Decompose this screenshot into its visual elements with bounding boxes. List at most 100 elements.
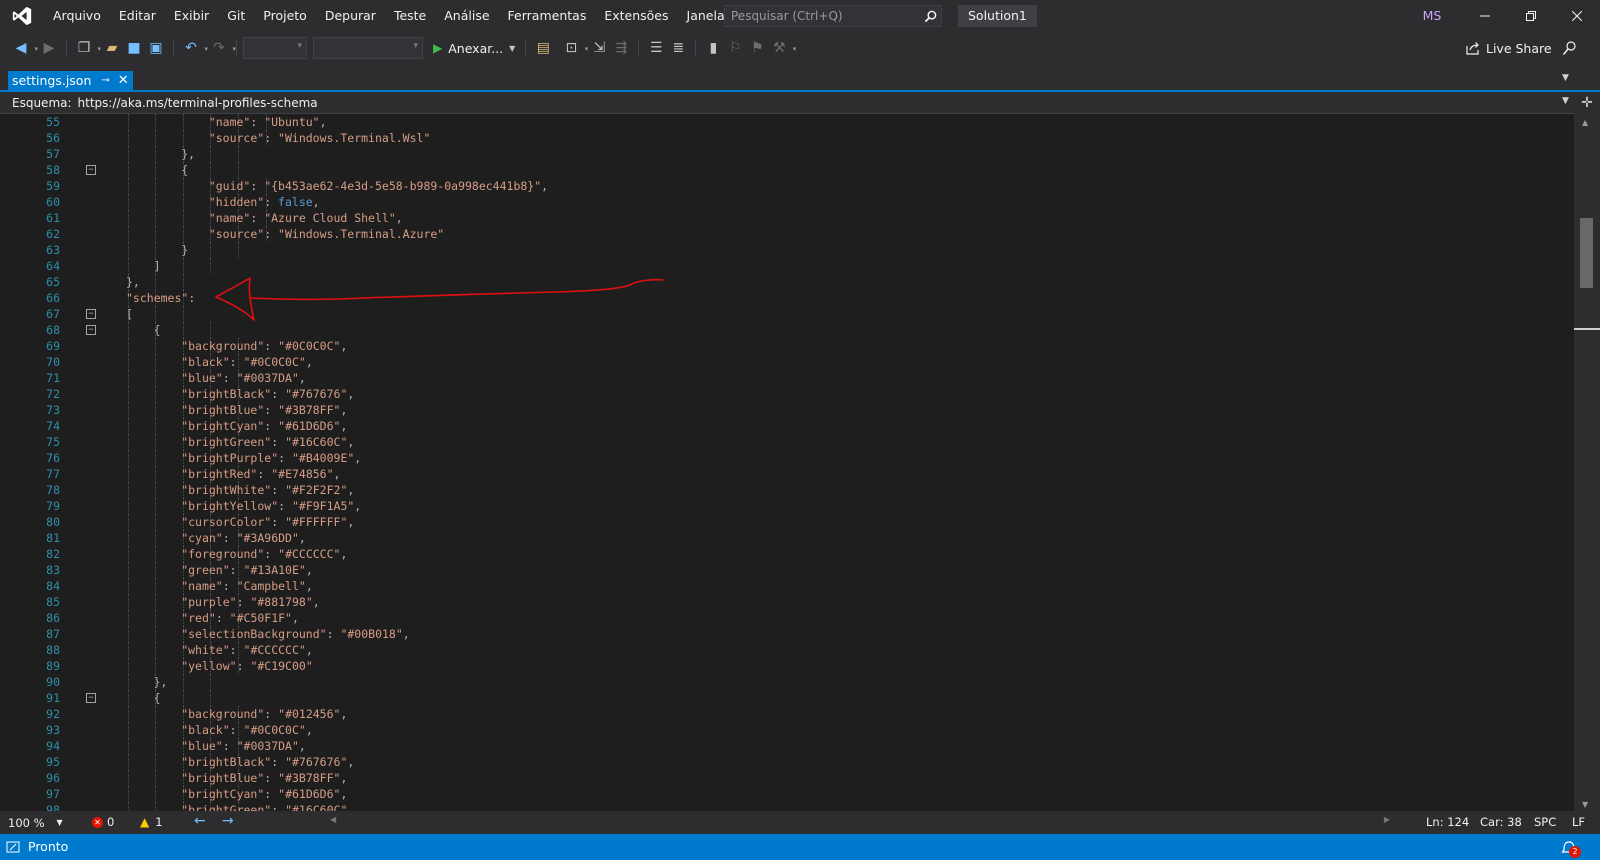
- menu-item-7[interactable]: Análise: [435, 0, 498, 32]
- previous-issue-icon[interactable]: ←: [194, 813, 206, 829]
- code-line[interactable]: 75 "brightGreen": "#16C60C",: [0, 434, 1574, 450]
- code-line[interactable]: 72 "brightBlack": "#767676",: [0, 386, 1574, 402]
- code-line[interactable]: 68 − {: [0, 322, 1574, 338]
- comment-lines-icon[interactable]: ☰: [645, 37, 667, 59]
- bookmark-icon[interactable]: ▮: [702, 37, 724, 59]
- code-line[interactable]: 92 "background": "#012456",: [0, 706, 1574, 722]
- code-line[interactable]: 65},: [0, 274, 1574, 290]
- code-line[interactable]: 80 "cursorColor": "#FFFFFF",: [0, 514, 1574, 530]
- redo-icon[interactable]: ↷ ▾: [208, 37, 236, 59]
- code-editor[interactable]: 55 "name": "Ubuntu", 56 "source": "Windows.…: [0, 114, 1574, 811]
- vertical-scrollbar[interactable]: ▲ ▼: [1574, 114, 1600, 811]
- undo-icon[interactable]: ↶ ▾: [180, 37, 208, 59]
- code-line[interactable]: 90},: [0, 674, 1574, 690]
- code-line[interactable]: 58 − {: [0, 162, 1574, 178]
- schema-url[interactable]: https://aka.ms/terminal-profiles-schema: [78, 96, 318, 110]
- code-line[interactable]: 55 "name": "Ubuntu",: [0, 114, 1574, 130]
- tab-overflow-icon[interactable]: ▼: [1562, 73, 1569, 83]
- error-count[interactable]: ✕ 0: [92, 815, 114, 829]
- code-line[interactable]: 60 "hidden": false,: [0, 194, 1574, 210]
- browse-folder-icon[interactable]: ▤: [532, 37, 554, 59]
- code-line[interactable]: 57},: [0, 146, 1574, 162]
- menu-item-4[interactable]: Projeto: [254, 0, 316, 32]
- horizontal-scrollbar[interactable]: ◀ ▶: [330, 815, 1390, 829]
- code-line[interactable]: 91 − {: [0, 690, 1574, 706]
- scroll-up-icon[interactable]: ▲: [1582, 118, 1588, 127]
- code-line[interactable]: 89 "yellow": "#C19C00": [0, 658, 1574, 674]
- indentation-mode[interactable]: SPC: [1534, 815, 1556, 829]
- split-window-icon[interactable]: ✛: [1574, 92, 1600, 114]
- pin-icon[interactable]: ⊸: [101, 75, 109, 86]
- menu-item-3[interactable]: Git: [218, 0, 254, 32]
- menu-item-9[interactable]: Extensões: [595, 0, 677, 32]
- code-line[interactable]: 88 "white": "#CCCCCC",: [0, 642, 1574, 658]
- new-item-icon[interactable]: ❐ ▾: [73, 37, 101, 59]
- navigate-forward-icon[interactable]: ▶: [38, 37, 60, 59]
- open-folder-icon[interactable]: ▰: [101, 37, 123, 59]
- menu-item-5[interactable]: Depurar: [316, 0, 385, 32]
- menu-item-1[interactable]: Editar: [110, 0, 165, 32]
- collapse-region-icon[interactable]: −: [86, 693, 96, 703]
- cursor-line[interactable]: Ln: 124: [1426, 815, 1469, 829]
- tab-settings-json[interactable]: settings.json ⊸ ✕: [8, 71, 133, 90]
- next-bookmark-icon[interactable]: ⚑: [746, 37, 768, 59]
- line-ending[interactable]: LF: [1572, 815, 1585, 829]
- code-line[interactable]: 61 "name": "Azure Cloud Shell",: [0, 210, 1574, 226]
- code-line[interactable]: 77 "brightRed": "#E74856",: [0, 466, 1574, 482]
- scrollbar-thumb[interactable]: [1580, 218, 1593, 288]
- menu-item-8[interactable]: Ferramentas: [499, 0, 596, 32]
- save-all-icon[interactable]: ▣: [145, 37, 167, 59]
- code-line[interactable]: 97 "brightCyan": "#61D6D6",: [0, 786, 1574, 802]
- output-window-icon[interactable]: [6, 840, 20, 854]
- menu-item-6[interactable]: Teste: [385, 0, 435, 32]
- scroll-right-icon[interactable]: ▶: [1384, 815, 1390, 824]
- code-line[interactable]: 83 "green": "#13A10E",: [0, 562, 1574, 578]
- screenshot-icon[interactable]: ⊡ ▾: [560, 37, 588, 59]
- menu-item-0[interactable]: Arquivo: [44, 0, 110, 32]
- code-line[interactable]: 67 − [: [0, 306, 1574, 322]
- code-line[interactable]: 98 "brightGreen": "#16C60C",: [0, 802, 1574, 811]
- warning-count[interactable]: ▲ 1: [140, 815, 163, 829]
- prev-bookmark-icon[interactable]: ⚐: [724, 37, 746, 59]
- code-line[interactable]: 85 "purple": "#881798",: [0, 594, 1574, 610]
- code-line[interactable]: 94 "blue": "#0037DA",: [0, 738, 1574, 754]
- collapse-region-icon[interactable]: −: [86, 309, 96, 319]
- live-share-button[interactable]: Live Share: [1466, 38, 1552, 58]
- platform-dropdown[interactable]: [313, 37, 423, 59]
- code-line[interactable]: 84 "name": "Campbell",: [0, 578, 1574, 594]
- code-line[interactable]: 82 "foreground": "#CCCCCC",: [0, 546, 1574, 562]
- restore-icon[interactable]: [1508, 0, 1554, 32]
- step-into-icon[interactable]: ⇲: [588, 37, 610, 59]
- feedback-icon[interactable]: [1560, 38, 1580, 58]
- code-line[interactable]: 70 "black": "#0C0C0C",: [0, 354, 1574, 370]
- code-line[interactable]: 86 "red": "#C50F1F",: [0, 610, 1574, 626]
- attach-button[interactable]: ▶ Anexar... ▼: [429, 37, 519, 59]
- user-avatar[interactable]: MS: [1418, 6, 1446, 26]
- code-line[interactable]: 74 "brightCyan": "#61D6D6",: [0, 418, 1574, 434]
- code-line[interactable]: 93 "black": "#0C0C0C",: [0, 722, 1574, 738]
- close-tab-icon[interactable]: ✕: [118, 73, 129, 88]
- code-line[interactable]: 63}: [0, 242, 1574, 258]
- code-line[interactable]: 73 "brightBlue": "#3B78FF",: [0, 402, 1574, 418]
- menu-item-2[interactable]: Exibir: [165, 0, 218, 32]
- visual-studio-logo-icon[interactable]: [0, 0, 44, 32]
- minimize-icon[interactable]: [1462, 0, 1508, 32]
- code-line[interactable]: 95 "brightBlack": "#767676",: [0, 754, 1574, 770]
- collapse-region-icon[interactable]: −: [86, 165, 96, 175]
- code-line[interactable]: 71 "blue": "#0037DA",: [0, 370, 1574, 386]
- code-line[interactable]: 69 "background": "#0C0C0C",: [0, 338, 1574, 354]
- code-line[interactable]: 81 "cyan": "#3A96DD",: [0, 530, 1574, 546]
- chevron-down-icon[interactable]: ▼: [509, 44, 515, 53]
- uncomment-lines-icon[interactable]: ≣: [667, 37, 689, 59]
- search-icon[interactable]: [919, 10, 941, 23]
- save-icon[interactable]: ■: [123, 37, 145, 59]
- code-line[interactable]: 66 "schemes":: [0, 290, 1574, 306]
- scroll-down-icon[interactable]: ▼: [1582, 800, 1588, 809]
- next-issue-icon[interactable]: →: [222, 813, 234, 829]
- collapse-region-icon[interactable]: −: [86, 325, 96, 335]
- code-line[interactable]: 76 "brightPurple": "#B4009E",: [0, 450, 1574, 466]
- search-box[interactable]: [724, 5, 942, 27]
- code-line[interactable]: 96 "brightBlue": "#3B78FF",: [0, 770, 1574, 786]
- code-line[interactable]: 64]: [0, 258, 1574, 274]
- step-over-icon[interactable]: ⇶: [610, 37, 632, 59]
